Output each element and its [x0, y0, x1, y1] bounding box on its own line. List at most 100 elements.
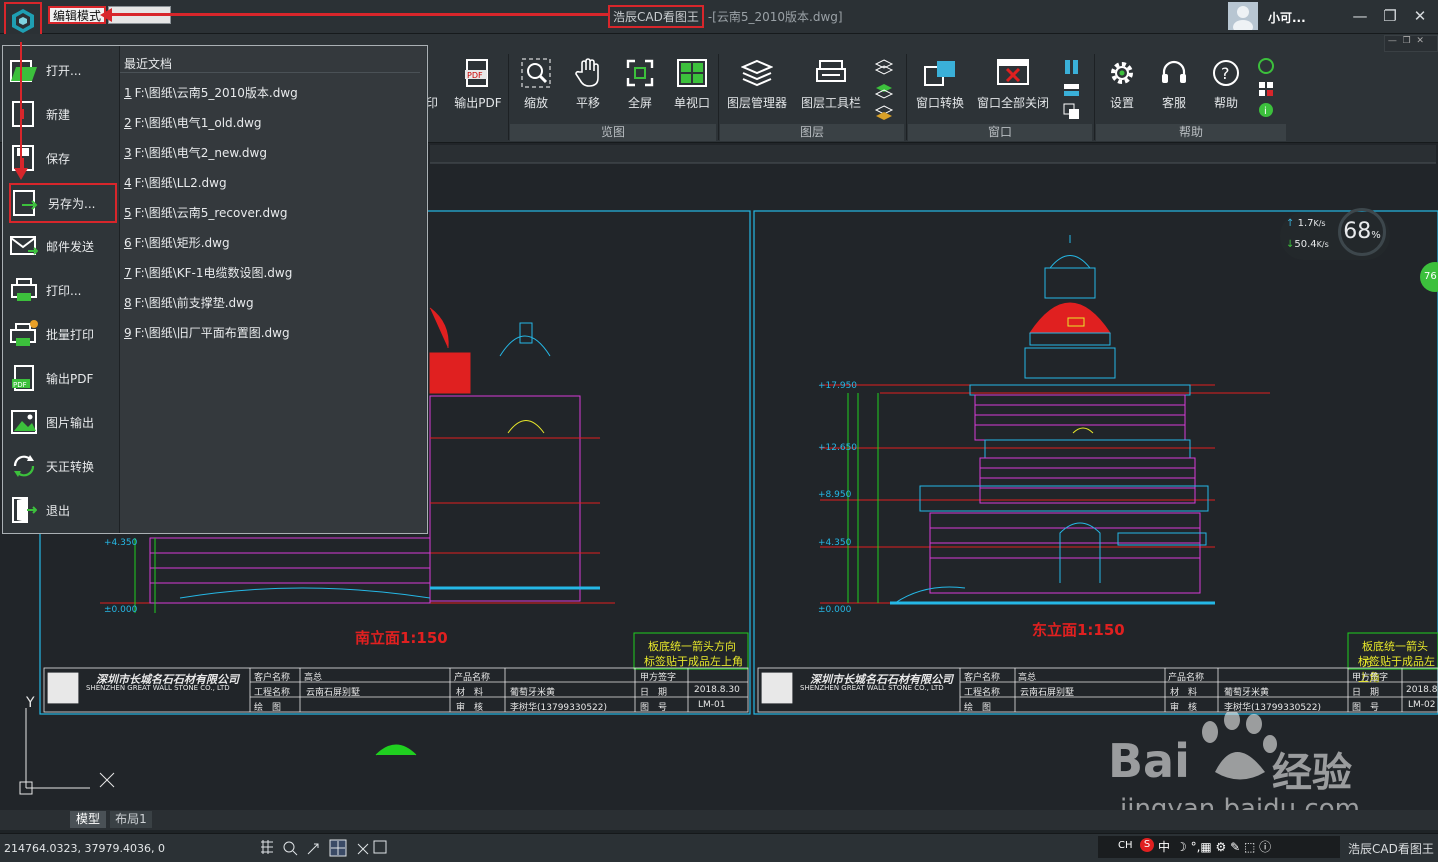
pdf-icon: PDF [9, 363, 39, 393]
ribbon-export-pdf-button[interactable]: PDF 输出PDF [450, 56, 506, 111]
ribbon-layer-manager-button[interactable]: 图层管理器 [722, 56, 792, 111]
open-folder-icon [9, 55, 39, 85]
settings-gear-icon [1105, 56, 1139, 90]
window-small-icons [1063, 60, 1079, 119]
batch-print-icon [9, 319, 39, 349]
menu-item-export-pdf[interactable]: PDF 输出PDF [9, 358, 117, 398]
tb-client-label-right: 客户名称 [964, 673, 1001, 683]
elev-label: +12.650 [818, 443, 858, 453]
restore-button[interactable]: ❐ [1380, 6, 1400, 26]
elev-label: +4.350 [818, 538, 852, 548]
window-small-tools[interactable] [1062, 58, 1082, 122]
ribbon-settings-button[interactable]: 设置 [1094, 56, 1150, 111]
company-name-en-right: SHENZHEN GREAT WALL STONE CO., LTD [800, 684, 944, 692]
avatar[interactable] [1228, 2, 1258, 34]
minimize-button[interactable]: — [1350, 6, 1370, 26]
upload-speed: ↑ 1.7K/s [1286, 218, 1326, 229]
recent-doc-item[interactable]: 7 F:\图纸\KF-1电缆数设图.dwg [124, 264, 292, 281]
status-tool-icons [261, 839, 387, 857]
ribbon-zoom-button[interactable]: 缩放 [508, 56, 564, 111]
help-small-tools[interactable]: i [1256, 58, 1276, 122]
document-window-controls[interactable]: — ❐ ✕ [1384, 35, 1438, 52]
ribbon-close-all-windows-button[interactable]: 窗口全部关闭 [974, 56, 1052, 111]
east-elevation [820, 235, 1270, 605]
menu-item-batch-print[interactable]: 批量打印 [9, 314, 117, 354]
tb-project-label-right: 工程名称 [964, 688, 1001, 698]
tab-layout1[interactable]: 布局1 [110, 811, 152, 828]
tb-sheet-value-right: LM-02 [1408, 700, 1436, 710]
menu-item-tangent-convert[interactable]: 天正转换 [9, 446, 117, 486]
svg-text:i: i [1264, 106, 1267, 117]
watermark-brand: Bai [1108, 734, 1190, 788]
tray-ime[interactable]: 中 [1158, 838, 1170, 855]
recent-doc-item[interactable]: 5 F:\图纸\云南5_recover.dwg [124, 204, 288, 221]
baidu-watermark: Bai 经验 jingyan.baidu.com [1108, 712, 1428, 824]
svg-text:PDF: PDF [13, 381, 27, 389]
tb-client-label: 客户名称 [254, 673, 291, 683]
menu-item-new[interactable]: 新建 [9, 94, 117, 134]
ribbon-support-button[interactable]: 客服 [1146, 56, 1202, 111]
ribbon-group-view: 览图 [510, 124, 716, 141]
sogou-ime-icon[interactable]: S [1140, 838, 1154, 852]
tb-review-label: 审 核 [456, 703, 484, 713]
memory-percent-ring[interactable]: 68% [1338, 208, 1386, 256]
ribbon-group-layer: 图层 [720, 124, 904, 141]
tb-client-value: 高总 [304, 673, 323, 683]
status-tools[interactable] [258, 838, 390, 858]
close-button[interactable]: ✕ [1410, 6, 1430, 26]
ribbon-fullscreen-button[interactable]: 全屏 [612, 56, 668, 111]
elev-label: ±0.000 [818, 605, 852, 615]
tb-client-value-right: 高总 [1018, 673, 1037, 683]
pan-hand-icon [571, 56, 605, 90]
tb-product-label: 产品名称 [454, 673, 491, 683]
close-all-windows-icon [996, 56, 1030, 90]
layer-small-icons [874, 59, 894, 120]
menu-item-open[interactable]: 打开... [9, 50, 117, 90]
tangent-convert-icon [9, 451, 39, 481]
menu-item-email[interactable]: 邮件发送 [9, 226, 117, 266]
recent-doc-item[interactable]: 4 F:\图纸\LL2.dwg [124, 174, 227, 191]
tb-date-label-right: 日 期 [1352, 688, 1380, 698]
tb-material-value-right: 葡萄牙米黄 [1224, 688, 1270, 698]
cursor-coordinates: 214764.0323, 37979.4036, 0 [4, 842, 165, 855]
menu-item-exit[interactable]: 退出 [9, 490, 117, 530]
single-viewport-icon [675, 56, 709, 90]
recent-doc-item[interactable]: 9 F:\图纸\旧厂平面布置图.dwg [124, 324, 290, 341]
ribbon-layer-toolbar-button[interactable]: 图层工具栏 [796, 56, 866, 111]
recent-doc-item[interactable]: 3 F:\图纸\电气2_new.dwg [124, 144, 267, 161]
system-tray[interactable]: CH S 中 ☽ °,▦ ⚙ ✎ ⬚ ⓘ [1098, 836, 1340, 858]
elev-label: +8.950 [818, 490, 852, 500]
tray-icons[interactable]: ☽ °,▦ ⚙ ✎ ⬚ ⓘ [1176, 838, 1271, 855]
tray-lang[interactable]: CH [1118, 840, 1133, 851]
tb-date-value-right: 2018.8 [1406, 685, 1438, 695]
ribbon-pan-button[interactable]: 平移 [560, 56, 616, 111]
ribbon-window-switch-button[interactable]: 窗口转换 [910, 56, 970, 111]
menu-item-print[interactable]: 打印... [9, 270, 117, 310]
recent-doc-item[interactable]: 6 F:\图纸\矩形.dwg [124, 234, 230, 251]
svg-text:?: ? [1221, 64, 1230, 83]
layer-small-tools[interactable] [874, 58, 894, 122]
menu-item-save-as[interactable]: 另存为... [9, 183, 117, 223]
tb-sign-label-right: 甲方签字 [1352, 673, 1389, 683]
tb-project-value: 云南石屏别墅 [306, 688, 361, 698]
recent-doc-item[interactable]: 1 F:\图纸\云南5_2010版本.dwg [124, 84, 298, 101]
recent-doc-item[interactable]: 2 F:\图纸\电气1_old.dwg [124, 114, 262, 131]
tb-drawer-label-right: 绘 图 [964, 703, 992, 713]
mode-label[interactable]: 编辑模式 [48, 6, 107, 24]
tb-date-value: 2018.8.30 [694, 685, 740, 695]
window-title: 浩辰CAD看图王 -[云南5_2010版本.dwg] [608, 4, 843, 28]
arrow-down-annotation [14, 168, 28, 180]
ribbon-single-viewport-button[interactable]: 单视口 [664, 56, 720, 111]
annotation-line-vertical [20, 42, 22, 172]
tab-model[interactable]: 模型 [70, 811, 106, 828]
layer-toolbar-icon [814, 56, 848, 90]
username[interactable]: 小可... [1268, 9, 1306, 26]
tb-material-label-right: 材 料 [1170, 688, 1198, 698]
tb-sheet-value: LM-01 [698, 700, 726, 710]
menu-item-image-export[interactable]: 图片输出 [9, 402, 117, 442]
ribbon-help-button[interactable]: ? 帮助 [1198, 56, 1254, 111]
fullscreen-icon [623, 56, 657, 90]
help-small-icons: i [1258, 58, 1274, 117]
recent-doc-item[interactable]: 8 F:\图纸\前支撑垫.dwg [124, 294, 254, 311]
tb-material-label: 材 料 [456, 688, 484, 698]
